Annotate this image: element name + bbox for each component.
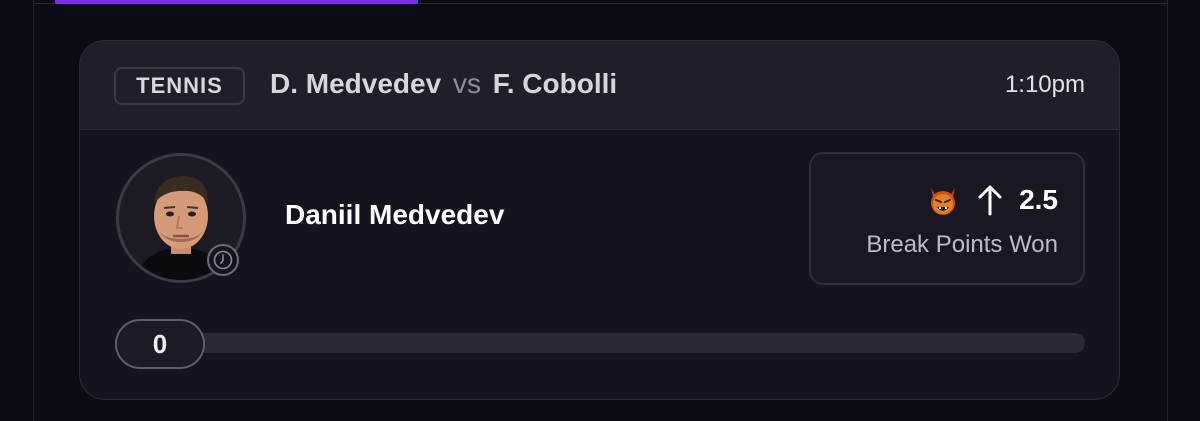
right-divider [1167,0,1168,421]
tab-indicator [55,0,418,4]
player-one-name: D. Medvedev [270,68,442,99]
left-divider [33,0,34,421]
player-two-name: F. Cobolli [492,68,618,99]
matchup-title: D. Medvedev vs F. Cobolli [270,68,617,100]
progress-track [140,333,1085,353]
game-time: 1:10pm [1004,71,1085,98]
prop-line-row: 2.5 [925,182,1058,218]
screen: TENNIS D. Medvedev vs F. Cobolli 1:10pm [0,0,1200,421]
player-full-name: Daniil Medvedev [285,199,505,230]
clock-icon [207,244,239,276]
prop-button[interactable]: 2.5 Break Points Won [809,152,1085,285]
sport-badge: TENNIS [114,67,245,105]
prop-stat-label: Break Points Won [866,231,1058,258]
prop-line-value: 2.5 [1019,184,1058,215]
demon-icon [931,188,956,215]
progress-current-value: 0 [115,319,205,369]
vs-label: vs [452,68,481,99]
card-header: TENNIS D. Medvedev vs F. Cobolli 1:10pm [80,41,1119,130]
pick-card[interactable]: TENNIS D. Medvedev vs F. Cobolli 1:10pm [79,40,1120,400]
arrow-up-icon [978,185,1002,216]
